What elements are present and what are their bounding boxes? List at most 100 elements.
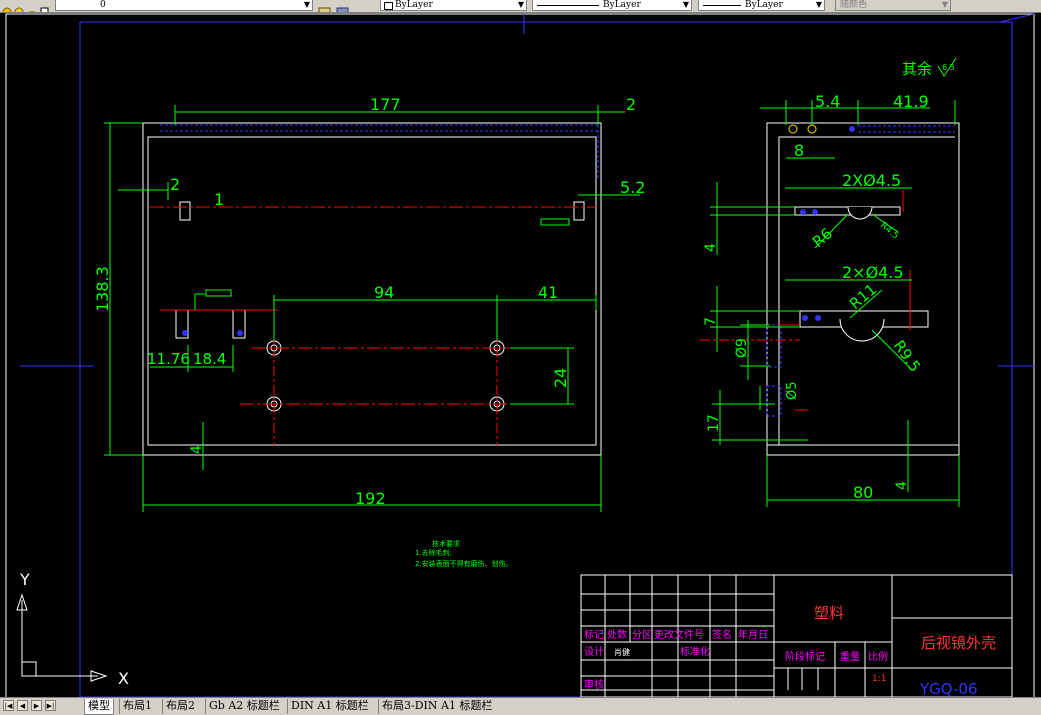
- col-count: 处数: [607, 628, 627, 641]
- next-tab-icon[interactable]: ▶: [31, 700, 42, 711]
- first-tab-icon[interactable]: |◀: [3, 700, 14, 711]
- layer-value: 0: [100, 0, 106, 10]
- lock-icon[interactable]: [27, 1, 37, 12]
- dim-r4-5: R4.5: [878, 221, 900, 242]
- clip-slot-left: [179, 201, 191, 221]
- tab-din-a1[interactable]: DIN A1 标题栏: [287, 699, 372, 714]
- col-change-doc: 更改文件号: [654, 628, 704, 641]
- roughness-note: 其余: [902, 60, 932, 78]
- col-zone: 分区: [632, 629, 652, 641]
- lineweight-value: ByLayer: [745, 0, 783, 10]
- model-space-canvas[interactable]: 其余 6.3 177 2 2 5.2 1 138.3 94 41 11.76 1…: [0, 12, 1041, 701]
- prev-tab-icon[interactable]: ◀: [17, 700, 28, 711]
- front-dimension-lines: [104, 105, 640, 512]
- front-inner-outline: [147, 136, 597, 446]
- dim-4-front: 4: [189, 445, 205, 454]
- dim-7: 7: [703, 317, 719, 326]
- lineweight-preview: [703, 5, 741, 6]
- dim-80: 80: [853, 483, 873, 502]
- chevron-down-icon[interactable]: ▼: [942, 0, 948, 10]
- ucs-y-label: Y: [19, 570, 30, 589]
- linetype-preview: [537, 5, 599, 6]
- slot-marker-a: [182, 330, 188, 336]
- last-tab-icon[interactable]: ▶|: [45, 700, 56, 711]
- front-outer-outline: [142, 122, 602, 456]
- callout-tag-front-a: [205, 289, 232, 297]
- dim-41: 41: [538, 283, 558, 302]
- col-mark: 标记: [584, 629, 604, 641]
- dim-192: 192: [355, 489, 386, 508]
- make-current-layer-icon[interactable]: [318, 1, 332, 12]
- dim-d9: Ø9: [734, 338, 750, 358]
- tab-model[interactable]: 模型: [84, 699, 114, 715]
- dim-24: 24: [551, 368, 570, 388]
- dim-d5: Ø5: [785, 381, 800, 400]
- chevron-down-icon[interactable]: ▼: [304, 0, 310, 10]
- tab-gb-a2[interactable]: Gb A2 标题栏: [205, 699, 283, 714]
- dim-2x-d4-5-lower: 2×Ø4.5: [842, 263, 904, 282]
- slot-marker-b: [237, 330, 243, 336]
- color-swatch-icon[interactable]: [40, 1, 50, 12]
- upper-clip-arc: [847, 206, 873, 220]
- design-label: 设计: [584, 645, 604, 658]
- dim-r9-5: R9.5: [890, 337, 924, 375]
- callout-tag-front-b: [540, 218, 570, 226]
- weight-label: 重量: [840, 650, 860, 663]
- layer-state-icon[interactable]: [2, 1, 12, 12]
- dim-2x-d4-5-upper: 2XØ4.5: [842, 171, 901, 190]
- dim-4-bottom: 4: [894, 481, 910, 490]
- ucs-icon: [16, 593, 108, 682]
- title-drawing-no: YGQ-06: [919, 680, 978, 697]
- stage-label: 阶段标记: [785, 650, 825, 663]
- clip-slot-right: [573, 201, 585, 221]
- designer-name: 肖健: [614, 647, 630, 657]
- drawing-svg: 其余 6.3 177 2 2 5.2 1 138.3 94 41 11.76 1…: [5, 13, 1035, 701]
- freeze-icon[interactable]: [14, 1, 24, 12]
- dim-r11: R11: [846, 280, 880, 313]
- layout-tab-bar: |◀ ◀ ▶ ▶| 模型 布局1 布局2 Gb A2 标题栏 DIN A1 标题…: [0, 697, 1041, 715]
- layer-manager-icon[interactable]: [336, 1, 350, 12]
- plotstyle-value: 随颜色: [840, 0, 868, 10]
- dim-4-side: 4: [703, 243, 719, 252]
- lower-clip-arc: [839, 318, 885, 342]
- color-dropdown[interactable]: ByLayer ▼: [380, 0, 527, 11]
- scale-label: 比例: [868, 650, 888, 663]
- dim-17: 17: [706, 414, 722, 432]
- front-view: 177 2 2 5.2 1 138.3 94 41 11.76 18.4 24 …: [93, 95, 645, 512]
- roughness-value: 6.3: [942, 63, 955, 72]
- dim-5-2: 5.2: [620, 178, 645, 197]
- linetype-value: ByLayer: [603, 0, 641, 10]
- plotstyle-dropdown[interactable]: 随颜色 ▼: [835, 0, 951, 11]
- dim-5-4: 5.4: [815, 92, 840, 111]
- dim-2-left: 2: [170, 175, 180, 194]
- lineweight-dropdown[interactable]: ByLayer ▼: [698, 0, 825, 11]
- layer-dropdown[interactable]: 0 ▼: [55, 0, 313, 11]
- color-swatch: [384, 2, 393, 10]
- dim-177: 177: [370, 95, 401, 114]
- title-material: 塑料: [814, 604, 844, 622]
- side-dimension-lines: [710, 100, 960, 507]
- side-view: 5.4 41.9 8 2XØ4.5 R6 R4.5 4 2×Ø4.5 R11 R…: [700, 92, 960, 507]
- tab-layout1[interactable]: 布局1: [119, 699, 155, 714]
- chevron-down-icon[interactable]: ▼: [816, 0, 822, 10]
- chevron-down-icon[interactable]: ▼: [683, 0, 689, 10]
- tab-layout3-din-a1[interactable]: 布局3-DIN A1 标题栏: [378, 699, 496, 714]
- tab-layout2[interactable]: 布局2: [162, 699, 198, 714]
- col-date: 年月日: [738, 628, 768, 641]
- ucs-x-label: X: [118, 669, 129, 688]
- col-sign: 签名: [712, 628, 732, 641]
- tech-note-2: 2.安装表面不得有磨伤、划伤。: [415, 559, 513, 568]
- tech-note-1: 1.去除毛刺;: [415, 548, 452, 557]
- tech-notes-heading: 技术要求: [432, 539, 460, 548]
- chevron-down-icon[interactable]: ▼: [518, 0, 524, 10]
- dim-18-4: 18.4: [193, 350, 226, 368]
- dim-8: 8: [794, 141, 804, 160]
- standard-label: 标准化: [680, 645, 710, 658]
- linetype-dropdown[interactable]: ByLayer ▼: [532, 0, 692, 11]
- color-value: ByLayer: [395, 0, 433, 10]
- dim-11-76: 11.76: [147, 350, 190, 368]
- dim-r6: R6: [809, 224, 836, 251]
- scale-value: 1:1: [872, 674, 886, 684]
- dim-2-right: 2: [626, 95, 636, 114]
- review-label: 审核: [584, 678, 604, 691]
